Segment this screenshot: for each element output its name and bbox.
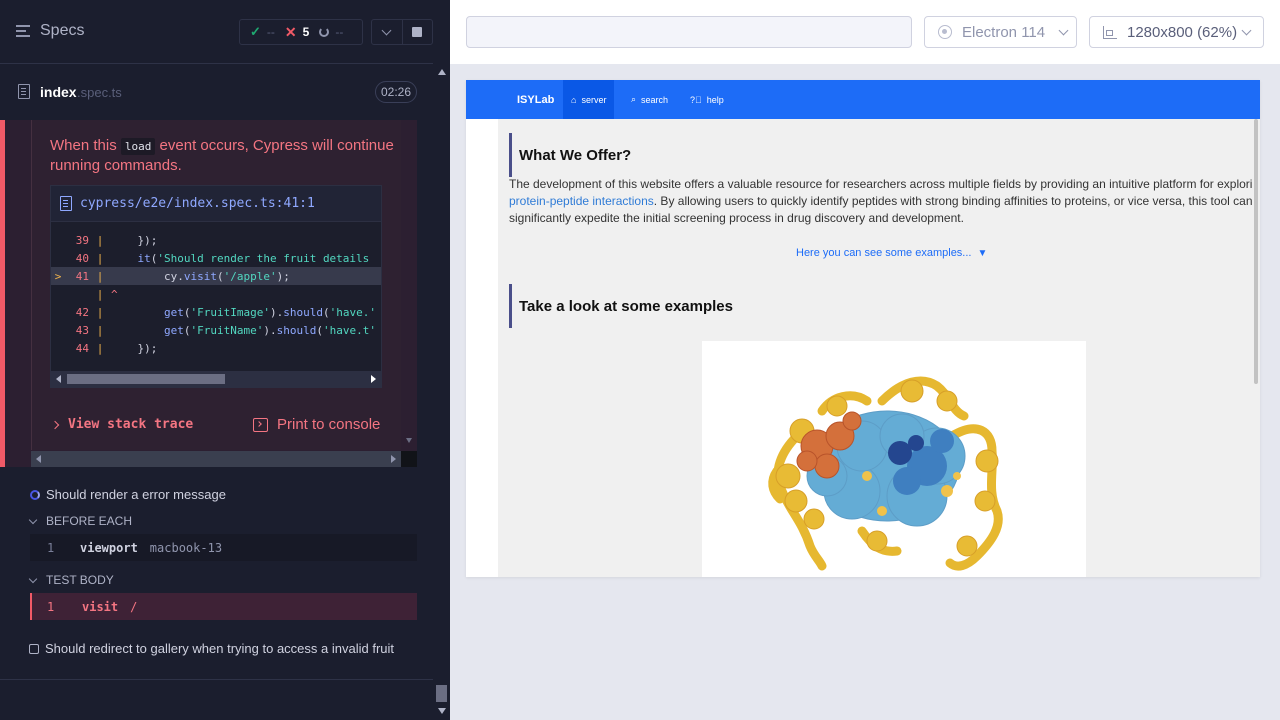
spec-file-ext: .spec.ts [77,85,122,100]
specs-label: Specs [40,22,85,39]
chevron-right-icon [50,420,60,429]
stop-icon [412,27,423,37]
app-scrollbar[interactable] [1252,119,1260,577]
search-icon: ⌕ [631,94,637,104]
code-line: 44 | }); [75,341,158,355]
protein-peptide-link[interactable]: protein-peptide interactions [509,194,654,208]
scroll-right-icon[interactable] [391,455,396,463]
chevron-down-icon [28,574,38,583]
nav-help[interactable]: ?⃝ help [682,80,732,119]
inline-code: load [120,138,156,155]
scroll-right-icon[interactable] [371,375,376,383]
test-running-item[interactable]: Should render a error message [30,487,226,502]
caret-down-icon: ▼ [977,247,988,259]
scrollbar-thumb[interactable] [1254,119,1258,384]
chevron-down-icon [28,515,38,524]
nav-server[interactable]: ⌂ server [563,80,615,119]
code-line: 43 | get('FruitName').should('have.t' [75,323,376,337]
protein-structure-image [702,341,1086,577]
home-icon: ⌂ [571,94,577,105]
error-message: When this load event occurs, Cypress wil… [50,137,394,174]
spec-duration: 02:26 [375,81,417,103]
section-title-offer: What We Offer? [509,133,631,177]
scrollbar-corner [401,451,417,467]
scroll-down-icon[interactable] [406,438,412,443]
scrollbar-thumb[interactable] [436,685,447,702]
passed-stat: ✓ -- [250,24,275,39]
code-line-caret: | ^ [96,287,118,301]
view-stack-trace-button[interactable]: View stack trace [50,417,193,432]
divider [0,679,433,680]
spec-file-name: index [40,84,77,100]
before-each-header[interactable]: BEFORE EACH [28,514,132,528]
print-to-console-button[interactable]: Print to console [253,416,380,433]
chevron-down-icon [1241,25,1252,35]
failed-stat: ✕ 5 [284,23,310,40]
offer-paragraph: The development of this website offers a… [509,177,1260,225]
error-content[interactable]: When this load event occurs, Cypress wil… [31,120,401,450]
scroll-up-icon[interactable] [438,69,446,75]
scroll-left-icon[interactable] [36,455,41,463]
site-content: What We Offer? The development of this w… [498,119,1260,577]
reporter-scrollbar[interactable] [433,64,450,720]
expand-toggle-button[interactable] [372,20,402,44]
failure-indicator [0,120,5,467]
scroll-down-icon[interactable] [438,708,446,714]
code-line: 42 | get('FruitImage').should('have.' [75,305,376,319]
test-stats: ✓ -- ✕ 5 -- [239,19,363,45]
test-pending-item[interactable]: Should redirect to gallery when trying t… [29,640,399,658]
terminal-icon [253,417,268,432]
site-navbar: ISYLab ⌂ server ⌕ search ?⃝ help [466,80,1260,119]
specs-button[interactable]: Specs [16,22,84,40]
pending-icon [319,27,330,37]
chevron-down-icon [382,25,392,35]
x-icon: ✕ [284,23,297,40]
protein-structure-illustration [768,376,1003,571]
stop-button[interactable] [401,20,432,44]
code-frame-scrollbar[interactable] [51,371,381,387]
menu-icon [16,25,30,37]
code-frame-path[interactable]: cypress/e2e/index.spec.ts:41:1 [80,196,315,211]
command-row-visit[interactable]: 1 visit / [30,593,417,620]
pending-stat: -- [319,25,343,39]
electron-icon [938,25,952,39]
reporter-header: Specs ✓ -- ✕ 5 -- [0,0,433,64]
chevron-down-icon [1058,25,1069,35]
code-line: 40 | it('Should render the fruit details [75,251,370,265]
pending-square-icon [29,644,39,654]
runner-header: Electron 114 1280x800 (62%) [450,0,1280,64]
error-panel: When this load event occurs, Cypress wil… [0,120,417,467]
help-icon: ?⃝ [690,94,702,105]
spec-file-header: index .spec.ts 02:26 [0,72,433,112]
check-icon: ✓ [250,24,261,39]
command-row-viewport[interactable]: 1 viewport macbook-13 [30,534,417,561]
scroll-left-icon[interactable] [56,375,61,383]
browser-selector[interactable]: Electron 114 [924,16,1077,48]
code-lines: 39 | }); 40 | it('Should render the fruit … [51,231,381,357]
error-scrollbar-horizontal[interactable] [31,451,401,467]
site-brand[interactable]: ISYLab [517,94,554,106]
code-line: 39 | }); [75,233,158,247]
code-frame: cypress/e2e/index.spec.ts:41:1 39 | }); 4… [50,185,382,388]
file-icon [60,196,72,211]
viewport-size-icon [1103,25,1117,39]
error-scrollbar-vertical[interactable] [401,120,417,450]
code-line-highlighted: >41 | cy.visit('/apple'); [51,267,381,285]
section-title-examples: Take a look at some examples [509,284,733,328]
app-under-test: ISYLab ⌂ server ⌕ search ?⃝ help What We… [466,80,1260,577]
viewport-selector[interactable]: 1280x800 (62%) [1089,16,1264,48]
url-bar[interactable] [466,16,912,48]
code-frame-header[interactable]: cypress/e2e/index.spec.ts:41:1 [51,186,381,222]
run-controls [371,19,433,45]
test-body-header[interactable]: TEST BODY [28,573,114,587]
examples-toggle-link[interactable]: Here you can see some examples... ▼ [796,247,987,259]
reporter-panel: Specs ✓ -- ✕ 5 -- index .spec.ts 02:26 W… [0,0,450,720]
scrollbar-thumb[interactable] [67,374,225,384]
nav-search[interactable]: ⌕ search [623,80,676,119]
running-spinner-icon [30,489,40,500]
document-icon [18,84,30,99]
